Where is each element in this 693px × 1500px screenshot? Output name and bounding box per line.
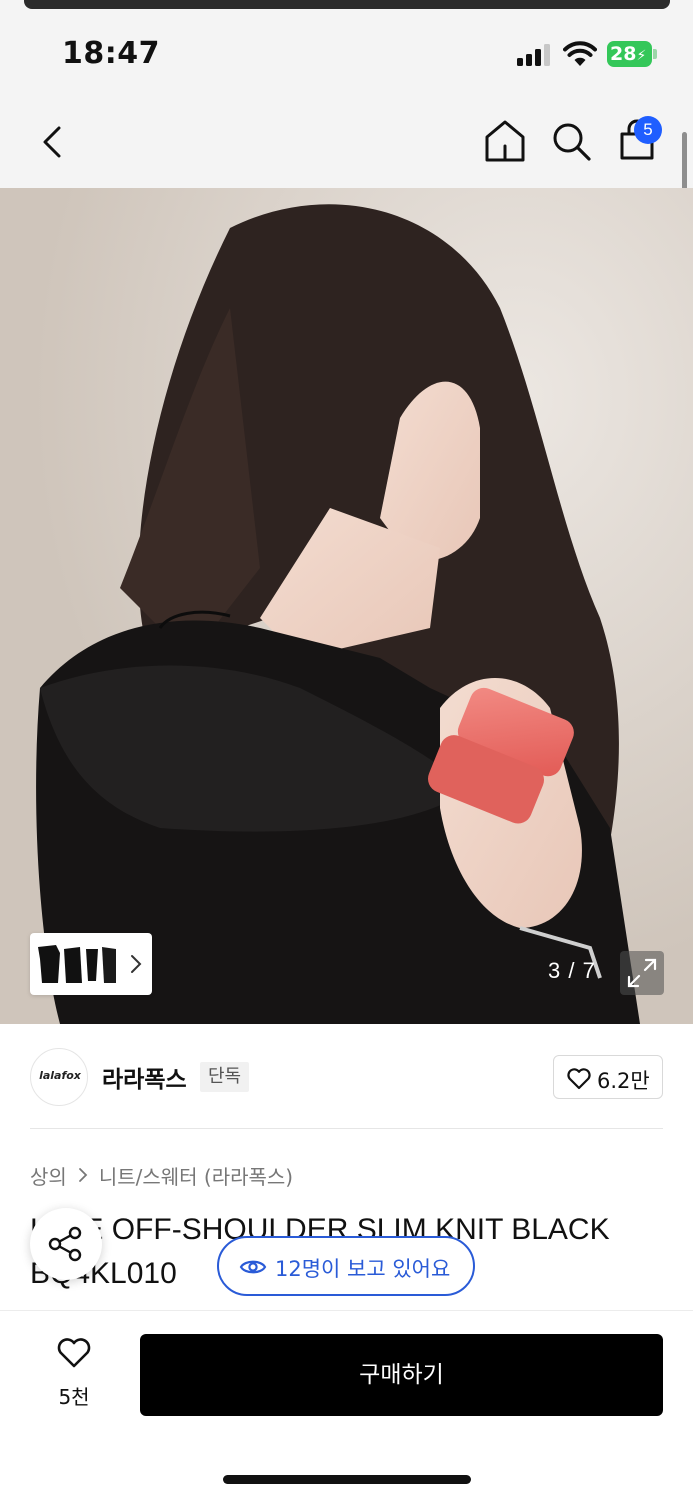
chevron-right-icon: [78, 1168, 88, 1182]
cart-count-badge: 5: [634, 116, 662, 144]
eye-icon: [239, 1260, 267, 1274]
cart-button[interactable]: 5: [616, 116, 662, 162]
product-image-gallery[interactable]: 3 / 7: [0, 188, 693, 1024]
product-photo: [0, 188, 693, 1024]
battery-charging-icon: 28⚡: [607, 41, 657, 67]
image-counter: 3 / 7: [548, 958, 596, 983]
status-bar: 18:47 28⚡: [0, 0, 693, 100]
battery-level: 28: [610, 43, 637, 65]
shop-info: lalafox 라라폭스 단독 6.2만: [30, 1048, 663, 1106]
shop-name[interactable]: 라라폭스: [102, 1060, 187, 1094]
expand-icon: [627, 958, 657, 988]
shop-like-count: 6.2만: [597, 1069, 650, 1093]
search-icon[interactable]: [550, 120, 592, 162]
breadcrumb-category[interactable]: 상의: [30, 1161, 67, 1190]
breadcrumb: 상의 니트/스웨터 (라라폭스): [30, 1160, 293, 1190]
top-nav: 5: [0, 100, 693, 188]
viewers-text: 12명이 보고 있어요: [275, 1257, 451, 1281]
home-indicator: [223, 1475, 471, 1484]
wifi-icon: [563, 41, 597, 66]
chevron-left-icon[interactable]: [34, 120, 74, 164]
signal-icon: [517, 44, 553, 66]
exclusive-badge: 단독: [200, 1062, 250, 1092]
divider: [30, 1128, 663, 1129]
wishlist-button[interactable]: 5천: [44, 1337, 104, 1409]
heart-icon: [567, 1068, 591, 1090]
color-thumbnail-button[interactable]: [30, 933, 152, 995]
buy-button[interactable]: 구매하기: [140, 1334, 663, 1416]
device-edge: [24, 0, 670, 9]
viewers-badge: 12명이 보고 있어요: [217, 1236, 475, 1296]
shop-like-button[interactable]: 6.2만: [553, 1055, 663, 1099]
wishlist-count: 5천: [58, 1385, 90, 1409]
status-time: 18:47: [62, 36, 160, 71]
thumbnail-images: [38, 945, 116, 983]
chevron-right-icon: [131, 955, 142, 973]
expand-button[interactable]: [620, 951, 664, 995]
share-icon: [48, 1226, 82, 1262]
bottom-action-bar: 5천 구매하기: [0, 1310, 693, 1500]
shop-logo[interactable]: lalafox: [30, 1048, 88, 1106]
shop-logo-text: lalafox: [39, 1069, 81, 1082]
share-button[interactable]: [30, 1208, 102, 1280]
heart-icon: [57, 1338, 91, 1368]
breadcrumb-subcategory[interactable]: 니트/스웨터 (라라폭스): [99, 1161, 293, 1190]
home-icon[interactable]: [484, 118, 526, 164]
